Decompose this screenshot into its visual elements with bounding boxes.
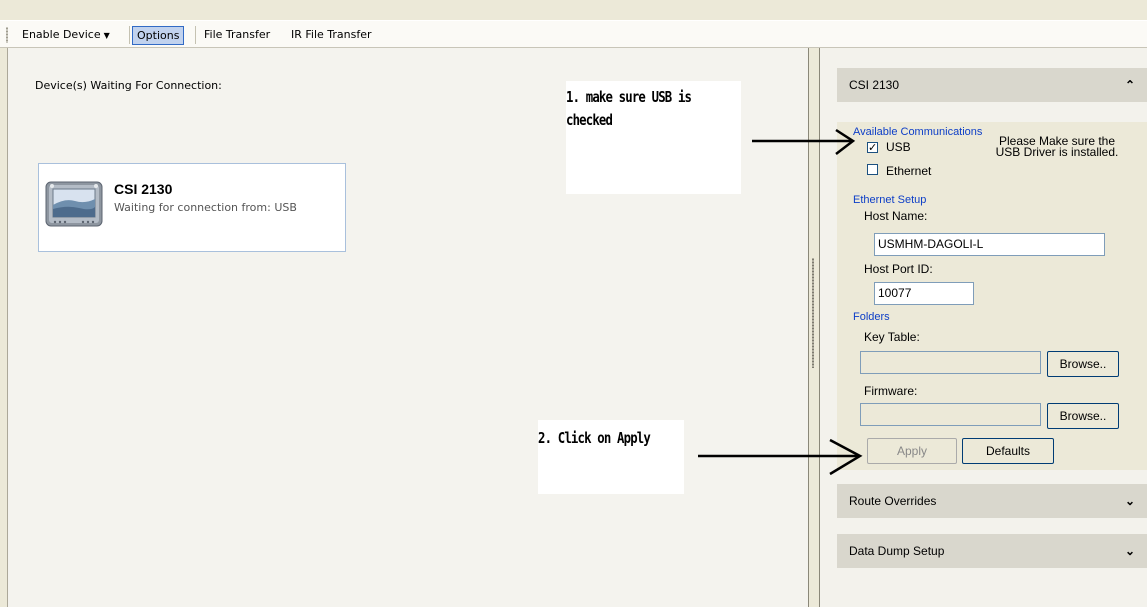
- arrow-to-usb-icon: [752, 128, 856, 155]
- arrow-to-apply-icon: [698, 438, 863, 476]
- toolbar-separator: [195, 26, 196, 44]
- annotation-note-1: 1. make sure USB is checked: [566, 81, 741, 194]
- chevron-down-icon[interactable]: ⌄: [1125, 484, 1135, 518]
- device-icon: [45, 181, 103, 227]
- defaults-button[interactable]: Defaults: [962, 438, 1054, 464]
- device-card[interactable]: CSI 2130 Waiting for connection from: US…: [38, 163, 346, 252]
- host-name-label: Host Name:: [864, 209, 928, 223]
- device-status: Waiting for connection from: USB: [114, 201, 297, 214]
- toolbar: Enable Device ▼ Options File Transfer IR …: [0, 20, 1147, 48]
- annotation-note-1-line1: 1. make sure USB is: [566, 88, 692, 106]
- file-transfer-button[interactable]: File Transfer: [200, 26, 274, 45]
- ethernet-checkbox[interactable]: [867, 164, 878, 175]
- firmware-input[interactable]: [860, 403, 1041, 426]
- enable-device-dropdown[interactable]: Enable Device ▼: [18, 26, 114, 45]
- host-port-input[interactable]: 10077: [874, 282, 974, 305]
- device-name: CSI 2130: [114, 181, 173, 197]
- panel-title: CSI 2130: [849, 78, 900, 92]
- data-dump-setup-title: Data Dump Setup: [849, 544, 945, 558]
- enable-device-label: Enable Device: [22, 28, 101, 41]
- annotation-note-2-text: 2. Click on Apply: [538, 429, 651, 447]
- apply-button[interactable]: Apply: [867, 438, 957, 464]
- options-button[interactable]: Options: [132, 26, 185, 45]
- settings-pane: CSI 2130 ⌃ Available Communications ✓ US…: [820, 48, 1147, 607]
- section-available-communications: Available Communications: [853, 126, 983, 138]
- route-overrides-title: Route Overrides: [849, 494, 937, 508]
- usb-checkbox-label: USB: [886, 140, 911, 154]
- panel-header-data-dump-setup[interactable]: Data Dump Setup ⌄: [837, 534, 1147, 568]
- section-ethernet-setup: Ethernet Setup: [853, 194, 927, 206]
- ir-file-transfer-button[interactable]: IR File Transfer: [287, 26, 376, 45]
- panel-header-route-overrides[interactable]: Route Overrides ⌄: [837, 484, 1147, 518]
- title-strip: [0, 0, 1147, 20]
- browse-firmware-button[interactable]: Browse..: [1047, 403, 1119, 429]
- panel-body: Available Communications ✓ USB Ethernet …: [837, 122, 1147, 470]
- firmware-label: Firmware:: [864, 384, 918, 398]
- key-table-label: Key Table:: [864, 330, 920, 344]
- chevron-up-icon[interactable]: ⌃: [1125, 68, 1135, 102]
- device-list-pane: Device(s) Waiting For Connection: CSI 21…: [7, 48, 809, 607]
- usb-checkbox[interactable]: ✓: [867, 142, 878, 153]
- panel-header-csi-2130[interactable]: CSI 2130 ⌃: [837, 68, 1147, 102]
- toolbar-grip[interactable]: [6, 27, 8, 43]
- key-table-input[interactable]: [860, 351, 1041, 374]
- toolbar-separator: [129, 26, 130, 44]
- usb-driver-note: Please Make sure the USB Driver is insta…: [995, 134, 1119, 159]
- browse-key-table-button[interactable]: Browse..: [1047, 351, 1119, 377]
- waiting-devices-label: Device(s) Waiting For Connection:: [35, 79, 222, 92]
- chevron-down-icon[interactable]: ⌄: [1125, 534, 1135, 568]
- host-name-input[interactable]: USMHM-DAGOLI-L: [874, 233, 1105, 256]
- splitter-grip[interactable]: [812, 258, 814, 368]
- annotation-note-2: 2. Click on Apply: [538, 420, 684, 494]
- chevron-down-icon: ▼: [103, 31, 110, 40]
- host-port-label: Host Port ID:: [864, 262, 933, 276]
- section-folders: Folders: [853, 311, 890, 323]
- ethernet-checkbox-label: Ethernet: [886, 164, 932, 178]
- annotation-note-1-line2: checked: [566, 111, 613, 129]
